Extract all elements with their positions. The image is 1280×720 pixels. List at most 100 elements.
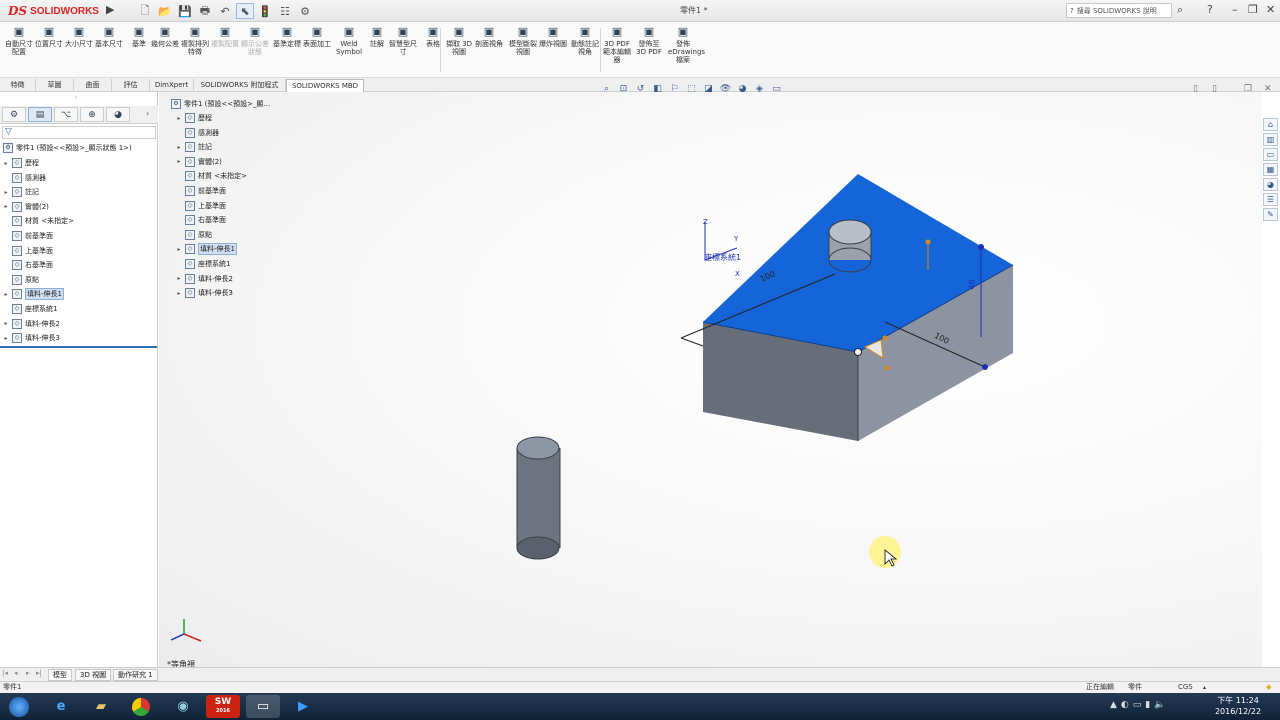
tree-item[interactable]: ▸ ◇ 填料-伸長1 <box>3 288 64 301</box>
solidworks-resources-icon[interactable]: ⌂ <box>1263 118 1278 131</box>
tray-icons[interactable]: ▲◐▭▮🔈 <box>1110 700 1169 710</box>
start-button-icon[interactable] <box>2 695 36 718</box>
taskbar-clock[interactable]: 下午 11:24 2016/12/22 <box>1212 695 1264 717</box>
status-dropdown-icon[interactable]: ▴ <box>1203 682 1206 693</box>
tree-item[interactable]: ▸ ◇ 填料-伸長2 <box>3 318 60 330</box>
expand-arrow-icon[interactable]: ▸ <box>176 290 182 297</box>
search-icon[interactable]: ⌕ <box>1177 3 1183 17</box>
tab-3d-views[interactable]: 3D 視圖 <box>75 669 112 681</box>
cmd-section-view[interactable]: ▣ 剖面視角 <box>474 26 504 49</box>
zoom-to-fit-icon[interactable]: ⌕ <box>600 83 613 95</box>
dimension-label[interactable]: 40 <box>968 279 977 289</box>
tab-0[interactable]: 特徵 <box>0 79 36 92</box>
expand-arrow-icon[interactable]: ▸ <box>3 291 9 298</box>
solidworks-taskbar-icon[interactable]: SW 2016 <box>206 695 240 718</box>
expand-arrow-icon[interactable]: ▸ <box>176 115 182 122</box>
status-help-icon[interactable]: ◆ <box>1266 682 1271 693</box>
cmd-pdf-template-editor[interactable]: ▣ 3D PDF 範本編輯器 <box>602 26 632 65</box>
cylinder-body[interactable] <box>517 448 560 548</box>
tab-2[interactable]: 曲面 <box>74 79 112 92</box>
cmd-capture-3d-view[interactable]: ▣ 擷取 3D 視圖 <box>444 26 474 57</box>
cmd-copy-scheme[interactable]: ▣ 複製配置 <box>210 26 240 49</box>
zoom-to-area-icon[interactable]: ⊡ <box>617 83 630 95</box>
chrome-icon[interactable] <box>124 695 158 718</box>
cmd-datum-target[interactable]: ▣ 基準定標 <box>272 26 302 49</box>
close-icon[interactable]: ✕ <box>1266 3 1275 16</box>
open-document-icon[interactable]: 📂 <box>156 3 174 19</box>
flyout-tree-item[interactable]: ▸ ◇ 填料-伸長2 <box>176 273 233 285</box>
tab-nav-next-icon[interactable]: ▸ <box>26 669 30 677</box>
dimxpert-manager-tab-icon[interactable]: ⊕ <box>80 107 104 122</box>
cmd-weld-symbol[interactable]: ▣ Weld Symbol <box>334 26 364 57</box>
tree-filter-field[interactable]: ▽ <box>2 126 156 139</box>
viewport-restore-icon[interactable]: ❐ <box>1244 84 1252 94</box>
cmd-model-break-view[interactable]: ▣ 模型斷裂視圖 <box>508 26 538 57</box>
minimize-icon[interactable]: – <box>1232 3 1238 16</box>
feature-manager-tab-icon[interactable]: ⚙ <box>2 107 26 122</box>
cmd-pattern-feature[interactable]: ▣ 複製排列特徵 <box>180 26 210 57</box>
coordinate-system-label[interactable]: 座標系統1 <box>704 252 741 263</box>
internet-explorer-icon[interactable]: e <box>44 695 78 718</box>
custom-properties-icon[interactable]: ☰ <box>1263 193 1278 206</box>
cylinder-top[interactable] <box>516 436 560 460</box>
apply-scene-icon[interactable]: ◈ <box>753 83 766 95</box>
tree-item[interactable]: ◇ 原點 <box>3 274 39 286</box>
cmd-publish-pdf[interactable]: ▣ 發佈至 3D PDF <box>634 26 664 57</box>
flyout-tree-item[interactable]: ◇ 原點 <box>176 229 212 241</box>
panel-tabs-more-icon[interactable]: › <box>146 109 149 118</box>
menu-expand-icon[interactable]: ▶ <box>106 3 114 16</box>
display-manager-tab-icon[interactable]: ◕ <box>106 107 130 122</box>
tree-item[interactable]: ◇ 材質 <未指定> <box>3 215 74 227</box>
flyout-tree-item[interactable]: ▸ ◇ 填料-伸長1 <box>176 243 237 256</box>
panel-collapse-handle[interactable]: ◦ <box>74 94 78 102</box>
video-player-icon[interactable]: ▶ <box>286 695 320 718</box>
configuration-manager-tab-icon[interactable]: ⌥ <box>54 107 78 122</box>
cmd-geometric-tolerance[interactable]: ▣ 幾何公差 <box>150 26 180 49</box>
cmd-auto-dimension[interactable]: ▣ 自動尺寸配置 <box>4 26 34 57</box>
dynamic-annotation-view-icon[interactable]: ⚐ <box>668 83 681 95</box>
graphics-area[interactable]: 100 100 40 座標系統1 Z Y X ⚙ 零件1 (預設<<預設>_顯..… <box>159 92 1262 667</box>
expand-arrow-icon[interactable]: ▸ <box>3 189 9 196</box>
tab-nav-prev-icon[interactable]: ◂ <box>14 669 18 677</box>
cmd-location-dimension[interactable]: ▣ 位置尺寸 <box>34 26 64 49</box>
property-manager-tab-icon[interactable]: ▤ <box>28 107 52 122</box>
expand-arrow-icon[interactable]: ▸ <box>3 320 9 327</box>
tree-item[interactable]: ▸ ◇ 歷程 <box>3 157 39 169</box>
new-document-icon[interactable]: 🗋 <box>136 3 154 19</box>
tab-6[interactable]: SOLIDWORKS MBD <box>286 79 364 92</box>
tab-1[interactable]: 草圖 <box>36 79 74 92</box>
expand-arrow-icon[interactable]: ▸ <box>3 160 9 167</box>
flyout-tree-item[interactable]: ◇ 座標系統1 <box>176 258 230 270</box>
tree-item[interactable]: ◇ 感測器 <box>3 172 46 184</box>
cmd-exploded-view[interactable]: ▣ 爆炸視圖 <box>538 26 568 49</box>
save-icon[interactable]: 💾 <box>176 3 194 19</box>
tree-item[interactable]: ▸ ◇ 註記 <box>3 186 39 198</box>
window-app-icon[interactable]: ▭ <box>246 695 280 718</box>
viewport-close-icon[interactable]: ✕ <box>1264 84 1272 94</box>
cmd-size-dimension[interactable]: ▣ 大小尺寸 <box>64 26 94 49</box>
edit-appearance-icon[interactable]: ◕ <box>736 83 749 95</box>
panel-divider[interactable] <box>0 346 157 348</box>
file-properties-icon[interactable]: ☷ <box>276 3 294 19</box>
tab-nav-first-icon[interactable]: |◂ <box>2 669 8 677</box>
tree-root[interactable]: ⚙ 零件1 (預設<<預設>_顯示狀態 1>) <box>3 142 132 154</box>
file-explorer-icon[interactable]: ▭ <box>1263 148 1278 161</box>
print-icon[interactable]: 🖶 <box>196 3 214 19</box>
design-library-icon[interactable]: ▥ <box>1263 133 1278 146</box>
viewport-minimize-icon[interactable]: ▯ <box>1212 84 1217 94</box>
expand-arrow-icon[interactable]: ▸ <box>176 246 182 253</box>
expand-arrow-icon[interactable]: ▸ <box>3 335 9 342</box>
cmd-dynamic-annotation[interactable]: ▣ 動態註記視角 <box>570 26 600 57</box>
tree-item[interactable]: ◇ 座標系統1 <box>3 303 57 315</box>
flyout-tree-item[interactable]: ◇ 材質 <未指定> <box>176 170 247 182</box>
tab-model[interactable]: 模型 <box>48 669 72 681</box>
file-explorer-icon[interactable]: ▰ <box>84 695 118 718</box>
forum-icon[interactable]: ✎ <box>1263 208 1278 221</box>
tree-item[interactable]: ▸ ◇ 填料-伸長3 <box>3 332 60 344</box>
display-style-icon[interactable]: ◪ <box>702 83 715 95</box>
expand-arrow-icon[interactable]: ▸ <box>3 203 9 210</box>
tree-item[interactable]: ◇ 前基準面 <box>3 230 53 242</box>
restore-icon[interactable]: ❐ <box>1248 3 1258 16</box>
cmd-smart-dimension[interactable]: ▣ 智慧型尺寸 <box>388 26 418 57</box>
cmd-tolerance-status[interactable]: ▣ 顯示公差狀態 <box>240 26 270 57</box>
